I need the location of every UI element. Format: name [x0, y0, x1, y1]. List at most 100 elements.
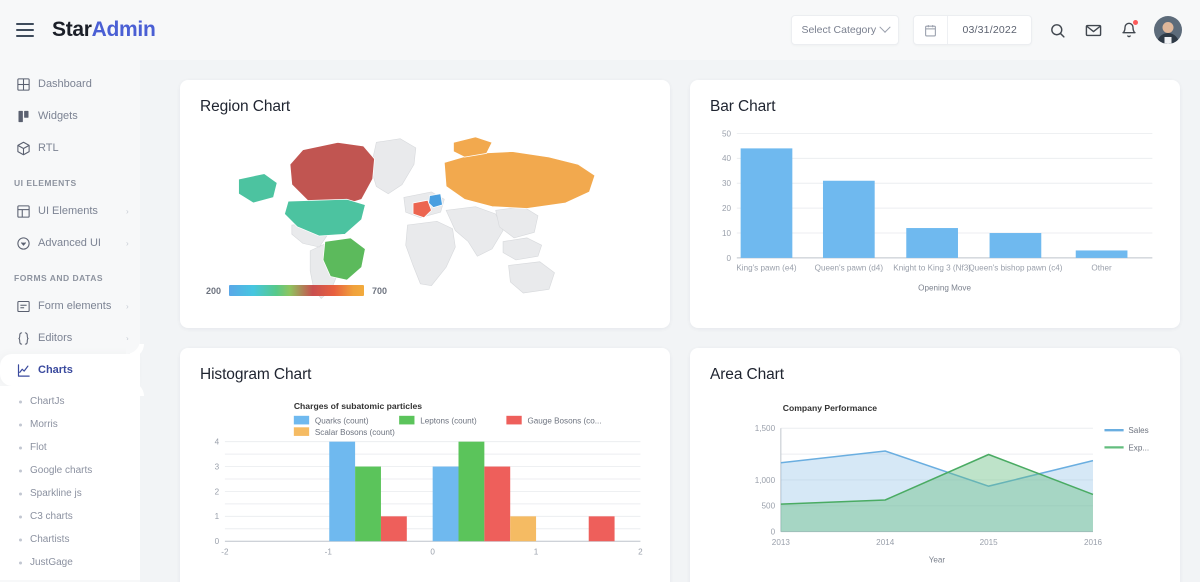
area-xtick: 2016: [1084, 538, 1103, 547]
sidebar-subitem-morris[interactable]: Morris: [0, 413, 140, 436]
sidebar-item-editors[interactable]: Editors ›: [0, 322, 140, 354]
sidebar-subitem-label: Flot: [30, 442, 47, 453]
hist-bin-gauge-3[interactable]: [589, 516, 615, 541]
bar-3[interactable]: [990, 233, 1042, 258]
hist-bin-gauge-2[interactable]: [484, 467, 510, 542]
sidebar-subitem-c3-charts[interactable]: C3 charts: [0, 505, 140, 528]
sidebar-item-dashboard[interactable]: Dashboard: [0, 68, 140, 100]
line-chart-icon: [16, 363, 38, 378]
legend-swatch-quarks: [294, 416, 309, 425]
legend-swatch-gauge-bosons: [506, 416, 521, 425]
date-picker[interactable]: 03/31/2022: [913, 15, 1032, 45]
sidebar-item-label: Charts: [38, 364, 140, 376]
area-title: Company Performance: [783, 403, 877, 413]
sidebar-item-advanced-ui[interactable]: Advanced UI ›: [0, 227, 140, 259]
bar-ytick: 40: [722, 154, 732, 163]
bar-0[interactable]: [741, 148, 793, 258]
circle-chevron-icon: [16, 236, 38, 251]
card-bar-chart: Bar Chart 50 40 30 20: [690, 80, 1180, 328]
chevron-down-icon: [880, 22, 891, 33]
hist-bin-scalar-1[interactable]: [510, 516, 536, 541]
hist-bin-leptons-1[interactable]: [355, 467, 381, 542]
hist-xtick: -1: [325, 548, 333, 557]
hist-xtick: 1: [534, 548, 539, 557]
bar-2[interactable]: [906, 228, 958, 258]
legend-swatch-scalar-bosons: [294, 427, 309, 436]
sidebar-subitem-chartists[interactable]: Chartists: [0, 528, 140, 551]
card-area-chart: Area Chart Company Performance 1,500: [690, 348, 1180, 582]
bar-ytick: 30: [722, 179, 732, 188]
sidebar-subitem-label: Morris: [30, 419, 58, 430]
braces-icon: [16, 331, 38, 346]
sidebar-item-ui-elements[interactable]: UI Elements ›: [0, 195, 140, 227]
area-chart-svg[interactable]: Company Performance 1,500 1,000 500: [710, 384, 1160, 574]
sidebar-subitem-label: Google charts: [30, 465, 92, 476]
legend-label-sales: Sales: [1128, 426, 1148, 435]
category-select[interactable]: Select Category: [791, 15, 899, 45]
card-histogram-chart: Histogram Chart Charges of subatomic par…: [180, 348, 670, 582]
sidebar-item-charts[interactable]: Charts: [0, 354, 140, 386]
sidebar-item-label: Form elements: [38, 300, 126, 312]
world-map-svg: [200, 116, 650, 312]
sidebar-item-label: Advanced UI: [38, 237, 126, 249]
brand-logo[interactable]: StarAdmin: [52, 18, 155, 42]
sidebar-subitem-justgage[interactable]: JustGage: [0, 551, 140, 574]
grid-icon: [16, 77, 38, 92]
sidebar-item-label: Editors: [38, 332, 126, 344]
sidebar-subitem-label: Chartists: [30, 534, 69, 545]
map-region-canada[interactable]: [290, 142, 374, 206]
map-region-alaska[interactable]: [239, 174, 278, 203]
sidebar-item-widgets[interactable]: Widgets: [0, 100, 140, 132]
bar-xaxis-label: Opening Move: [918, 283, 971, 292]
sidebar-item-label: RTL: [38, 142, 140, 154]
bar-1[interactable]: [823, 181, 875, 258]
histogram-title: Charges of subatomic particles: [294, 401, 422, 411]
sidebar-subitem-flot[interactable]: Flot: [0, 436, 140, 459]
area-xtick: 2013: [772, 538, 791, 547]
bar-chart-svg[interactable]: 50 40 30 20 10 0 King's pawn: [710, 116, 1160, 306]
sidebar: Dashboard Widgets RTL UI ELEMENTS: [0, 60, 140, 582]
page-title-region: Region Chart: [200, 98, 650, 116]
search-icon[interactable]: [1046, 19, 1068, 41]
area-legend: Sales Exp...: [1104, 426, 1149, 452]
histogram-chart-svg[interactable]: Charges of subatomic particles Quarks (c…: [200, 384, 650, 574]
chevron-right-icon: ›: [126, 239, 140, 248]
sidebar-subitem-chartjs[interactable]: ChartJs: [0, 390, 140, 413]
map-region-brazil[interactable]: [323, 238, 365, 280]
avatar[interactable]: [1154, 16, 1182, 44]
sidebar-section-forms-and-datas: FORMS AND DATAS: [0, 259, 140, 290]
chevron-right-icon: ›: [126, 207, 140, 216]
chevron-right-icon: ›: [126, 302, 140, 311]
sidebar-subitem-sparkline-js[interactable]: Sparkline js: [0, 482, 140, 505]
main-content: Region Chart: [140, 60, 1200, 582]
sidebar-item-rtl[interactable]: RTL: [0, 132, 140, 164]
envelope-icon[interactable]: [1082, 19, 1104, 41]
hamburger-icon[interactable]: [16, 23, 34, 37]
sidebar-item-form-elements[interactable]: Form elements ›: [0, 290, 140, 322]
sidebar-subitem-google-charts[interactable]: Google charts: [0, 459, 140, 482]
sidebar-item-label: Widgets: [38, 110, 140, 122]
admin-dashboard: StarAdmin Select Category 03/31/2022: [0, 0, 1200, 582]
map-legend-max: 700: [372, 286, 387, 296]
hist-bin-gauge-1[interactable]: [381, 516, 407, 541]
charts-grid: Region Chart: [180, 80, 1180, 582]
map-region-russia[interactable]: [444, 152, 595, 209]
bar-xtick: King's pawn (e4): [736, 263, 797, 272]
hist-bin-quarks-1[interactable]: [329, 442, 355, 542]
date-picker-value: 03/31/2022: [948, 24, 1031, 36]
hist-bin-quarks-2[interactable]: [433, 467, 459, 542]
histogram-legend: Quarks (count) Leptons (count) Gauge Bos…: [294, 416, 602, 437]
hist-ytick: 2: [215, 487, 220, 496]
region-map[interactable]: 200 700: [200, 116, 650, 312]
area-ytick: 1,500: [755, 424, 776, 433]
hist-bin-leptons-2[interactable]: [459, 442, 485, 542]
area-xaxis-label: Year: [929, 555, 946, 564]
bell-icon[interactable]: [1118, 19, 1140, 41]
sidebar-subitem-label: Sparkline js: [30, 488, 82, 499]
legend-label-quarks: Quarks (count): [315, 416, 369, 425]
map-region-germany[interactable]: [429, 194, 443, 208]
card-region-chart: Region Chart: [180, 80, 670, 328]
cube-icon: [16, 141, 38, 156]
legend-swatch-leptons: [399, 416, 414, 425]
bar-4[interactable]: [1076, 250, 1128, 257]
